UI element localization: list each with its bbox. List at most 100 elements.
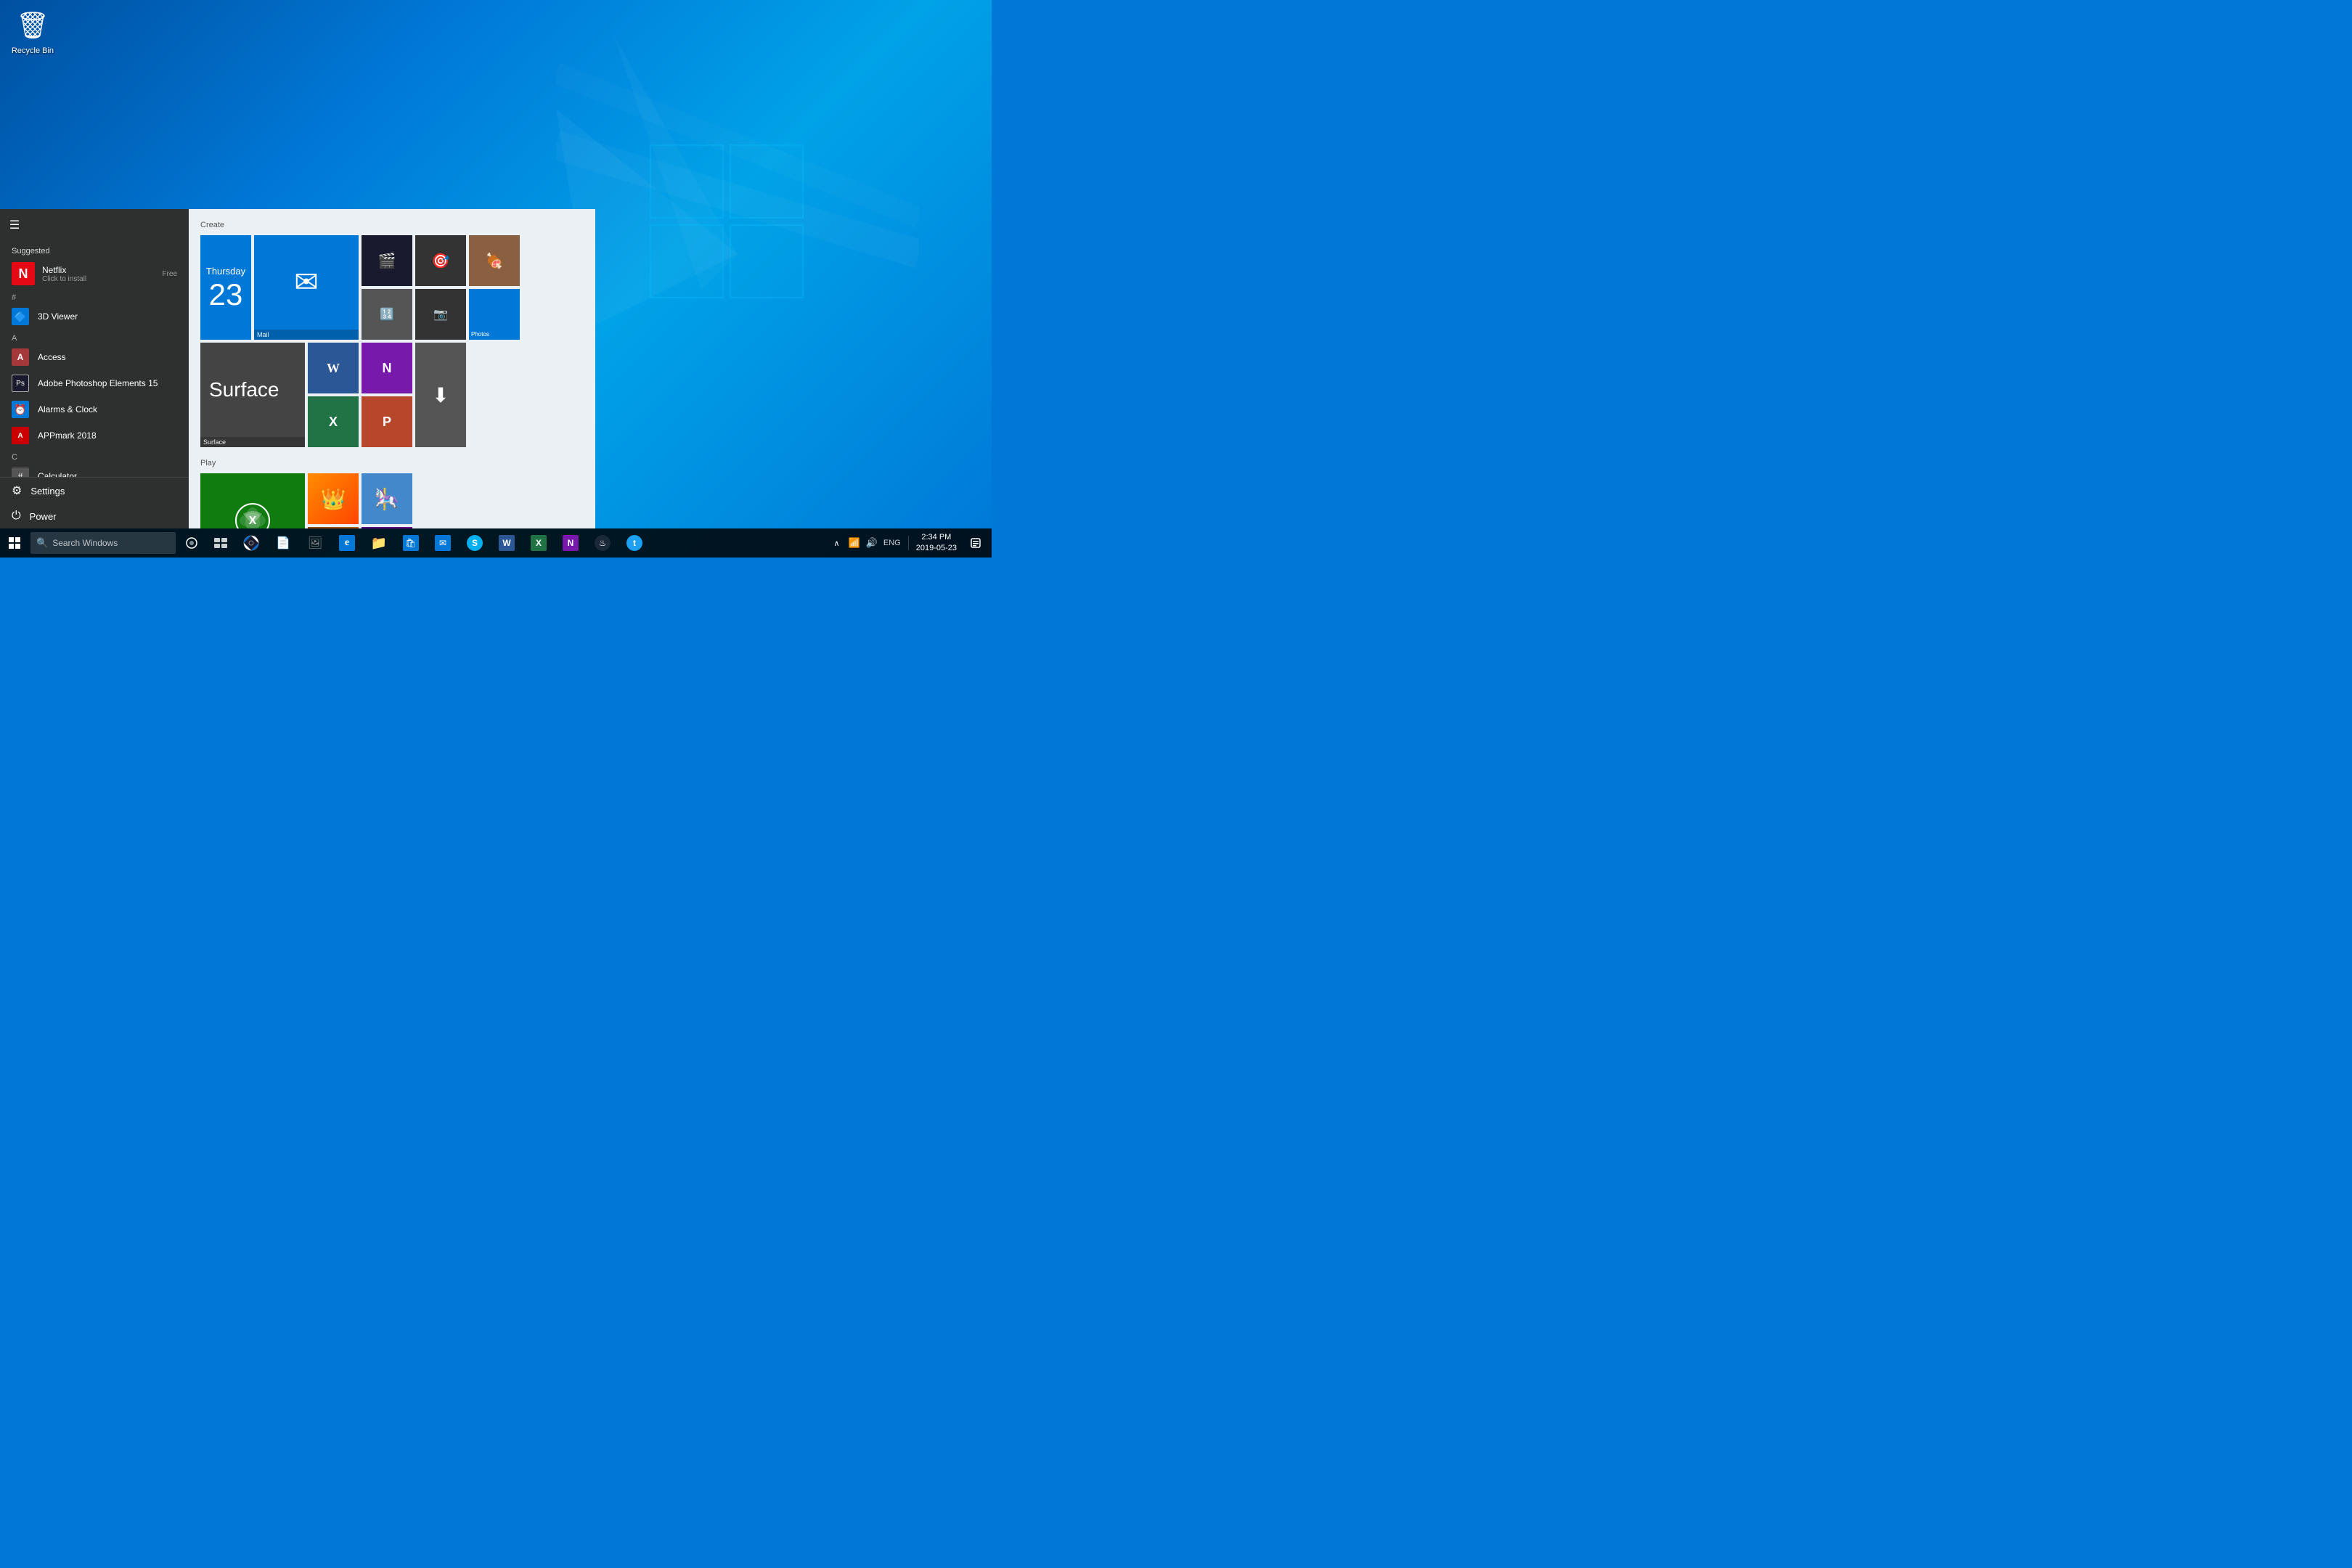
explorer-icon: 📁 bbox=[371, 536, 387, 551]
taskbar-app-steam[interactable]: ♨ bbox=[587, 528, 618, 558]
app-item-alarms[interactable]: ⏰ Alarms & Clock bbox=[0, 396, 189, 422]
taskbar-system-tray: ∧ 📶 🔊 ENG 2:34 PM 2019-05-23 bbox=[830, 528, 992, 558]
app-item-calculator[interactable]: # Calculator bbox=[0, 463, 189, 477]
action-center-button[interactable] bbox=[963, 528, 989, 558]
mail-label: Mail bbox=[257, 331, 269, 338]
calc-tile[interactable]: 🔢 bbox=[362, 289, 412, 340]
king-tile[interactable]: 👑 bbox=[308, 473, 359, 524]
appmark-label: APPmark 2018 bbox=[38, 430, 97, 441]
surface-tile[interactable]: Surface Surface bbox=[200, 343, 305, 447]
photos-label-tile[interactable]: Photos bbox=[469, 289, 520, 340]
calendar-tile[interactable]: Thursday 23 bbox=[200, 235, 251, 340]
taskbar-search[interactable]: 🔍 Search Windows bbox=[30, 532, 176, 554]
recycle-bin-label: Recycle Bin bbox=[12, 46, 54, 55]
section-c: C bbox=[0, 449, 189, 463]
mail-tile[interactable]: ✉ Mail bbox=[254, 235, 359, 340]
desktop-logo bbox=[556, 36, 919, 472]
search-placeholder: Search Windows bbox=[52, 538, 118, 548]
netflix-info: Netflix Click to install bbox=[42, 265, 162, 283]
mickey-tile[interactable]: 🎠 bbox=[362, 473, 412, 524]
recycle-bin-graphic: 🗑 bbox=[10, 10, 55, 41]
xbox-tile[interactable]: X Xbox bbox=[200, 473, 305, 528]
ppt-icon: P bbox=[383, 415, 391, 430]
netflix-badge: Free bbox=[162, 270, 177, 278]
download-icon: ⬇ bbox=[415, 343, 466, 447]
webcam-tile[interactable]: 🎯 bbox=[415, 235, 466, 286]
excel-tile[interactable]: X bbox=[308, 396, 359, 447]
task-view-icon bbox=[214, 538, 227, 548]
taskbar-app-onenote[interactable]: N bbox=[555, 528, 587, 558]
word-taskbar-icon: W bbox=[499, 535, 515, 551]
hidden-city-tile[interactable]: Hidden City bbox=[362, 527, 412, 528]
taskbar-app-photos[interactable]: 🖼 bbox=[299, 528, 331, 558]
excel-taskbar-icon: X bbox=[531, 535, 547, 551]
start-app-list[interactable]: Suggested N Netflix Click to install Fre… bbox=[0, 241, 189, 477]
skype-taskbar-icon: S bbox=[467, 535, 483, 551]
task-view-button[interactable] bbox=[206, 528, 235, 558]
taskbar-app-excel[interactable]: X bbox=[523, 528, 555, 558]
clock-date: 2019-05-23 bbox=[916, 543, 957, 554]
suggested-label: Suggested bbox=[0, 241, 189, 258]
app-item-adobe[interactable]: Ps Adobe Photoshop Elements 15 bbox=[0, 370, 189, 396]
taskbar-clock[interactable]: 2:34 PM 2019-05-23 bbox=[910, 528, 963, 558]
taskbar-app-skype[interactable]: S bbox=[459, 528, 491, 558]
taskbar-pinned-apps: 📄 🖼 e 📁 🛍 bbox=[235, 528, 830, 558]
edge-taskbar-icon: e bbox=[339, 535, 355, 551]
webcam2-tile[interactable]: 📷 bbox=[415, 289, 466, 340]
word-tile[interactable]: W bbox=[308, 343, 359, 393]
taskbar-app-store[interactable]: 🛍 bbox=[395, 528, 427, 558]
access-icon: A bbox=[12, 348, 29, 366]
desktop: 🗑 Recycle Bin ☰ Suggested N Netflix Clic… bbox=[0, 0, 992, 558]
store-taskbar-icon: 🛍 bbox=[403, 535, 419, 551]
download-tile[interactable]: ⬇ bbox=[415, 343, 466, 447]
taskbar-app-explorer[interactable]: 📁 bbox=[363, 528, 395, 558]
start-menu: ☰ Suggested N Netflix Click to install F… bbox=[0, 209, 595, 528]
sound-icon[interactable]: 🔊 bbox=[863, 537, 881, 549]
food-tile[interactable]: 🍖 bbox=[469, 235, 520, 286]
photos-label: Photos bbox=[471, 331, 489, 338]
access-label: Access bbox=[38, 352, 66, 362]
taskbar-app-bmw[interactable] bbox=[235, 528, 267, 558]
powerpoint-tile[interactable]: P bbox=[362, 396, 412, 447]
taskbar-app-edge[interactable]: e bbox=[331, 528, 363, 558]
create-label: Create bbox=[200, 221, 584, 229]
onenote-tile[interactable]: N bbox=[362, 343, 412, 393]
clock-time: 2:34 PM bbox=[921, 532, 951, 543]
taskbar: 🔍 Search Windows bbox=[0, 528, 992, 558]
excel-icon: X bbox=[329, 415, 338, 430]
word-icon: W bbox=[327, 361, 340, 376]
start-button[interactable] bbox=[0, 528, 29, 558]
app-item-access[interactable]: A Access bbox=[0, 344, 189, 370]
taskbar-app-files[interactable]: 📄 bbox=[267, 528, 299, 558]
film-tile[interactable]: 🎬 bbox=[362, 235, 412, 286]
recycle-bin-icon[interactable]: 🗑 Recycle Bin bbox=[7, 7, 58, 60]
taskbar-app-word[interactable]: W bbox=[491, 528, 523, 558]
taskbar-app-twitter[interactable]: t bbox=[618, 528, 650, 558]
tiles-create-section: Create Thursday 23 ✉ Mail bbox=[200, 221, 584, 447]
netflix-icon: N bbox=[12, 262, 35, 285]
start-menu-left: ☰ Suggested N Netflix Click to install F… bbox=[0, 209, 189, 528]
taskbar-app-mail[interactable]: ✉ bbox=[427, 528, 459, 558]
adobe-label: Adobe Photoshop Elements 15 bbox=[38, 378, 158, 388]
notification-icon bbox=[971, 538, 981, 548]
adobe-icon: Ps bbox=[12, 375, 29, 392]
surface-label: Surface bbox=[203, 438, 226, 446]
app-item-appmark[interactable]: A APPmark 2018 bbox=[0, 422, 189, 449]
photos-icon: 🖼 bbox=[308, 536, 322, 550]
cortana-button[interactable] bbox=[177, 528, 206, 558]
march-of-empires-tile[interactable]: March of Em... bbox=[308, 527, 359, 528]
settings-item[interactable]: ⚙ Settings bbox=[0, 478, 189, 504]
tray-expand-button[interactable]: ∧ bbox=[830, 539, 842, 548]
xbox-inner: X bbox=[200, 473, 305, 528]
netflix-app-item[interactable]: N Netflix Click to install Free bbox=[0, 258, 189, 289]
search-icon: 🔍 bbox=[36, 537, 48, 549]
onenote-taskbar-icon: N bbox=[563, 535, 579, 551]
network-icon[interactable]: 📶 bbox=[846, 537, 863, 549]
settings-icon: ⚙ bbox=[12, 483, 22, 498]
power-item[interactable]: ⏻ Power bbox=[0, 504, 189, 528]
app-item-3dviewer[interactable]: 🔷 3D Viewer bbox=[0, 303, 189, 330]
tray-separator bbox=[908, 536, 909, 550]
mail-tile-inner: ✉ bbox=[254, 235, 359, 330]
start-hamburger-button[interactable]: ☰ bbox=[0, 209, 29, 241]
battery-icon: ENG bbox=[881, 539, 904, 547]
